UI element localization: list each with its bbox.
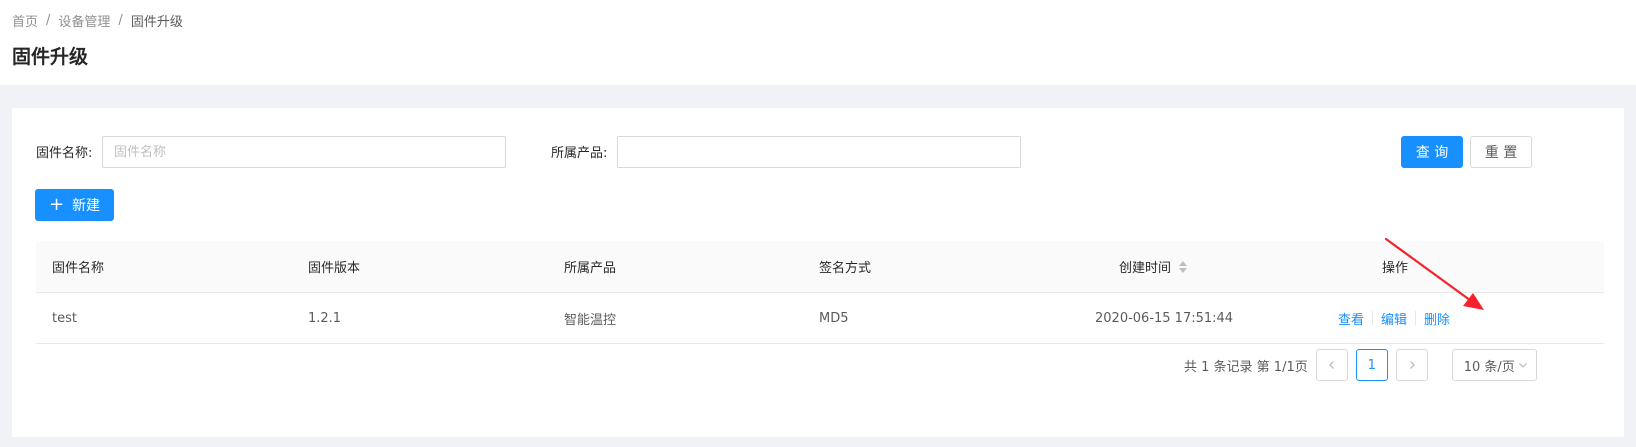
column-header-product: 所属产品 [564, 261, 617, 276]
table-row: test 1.2.1 智能温控 MD5 2020-06-15 17:51:44 … [36, 293, 1604, 344]
reset-button[interactable]: 重 置 [1470, 136, 1532, 168]
sort-icon [1179, 260, 1188, 273]
pagination: 共 1 条记录 第 1/1页 1 10 条/页 [1184, 349, 1537, 381]
next-page-button[interactable] [1395, 349, 1428, 381]
firmware-name-label: 固件名称: [36, 146, 93, 161]
delete-link[interactable]: 删除 [1424, 309, 1450, 328]
breadcrumb-current: 固件升级 [130, 14, 183, 30]
page-title: 固件升级 [12, 46, 89, 68]
page-size-select[interactable]: 10 条/页 [1451, 349, 1537, 381]
pagination-total: 共 1 条记录 第 1/1页 [1184, 359, 1308, 375]
column-header-firmware-version: 固件版本 [308, 261, 361, 276]
cell-created-time: 2020-06-15 17:51:44 [1095, 310, 1234, 326]
query-button[interactable]: 查 询 [1401, 136, 1463, 168]
column-header-actions: 操作 [1382, 261, 1409, 276]
firmware-name-input[interactable] [102, 136, 506, 168]
breadcrumb-separator: / [118, 12, 123, 28]
table-header: 固件名称 固件版本 所属产品 签名方式 创建时间 操作 [36, 241, 1604, 293]
chevron-down-icon [1518, 363, 1527, 368]
new-button-label: 新建 [72, 198, 101, 214]
product-label: 所属产品: [551, 146, 608, 161]
prev-page-button[interactable] [1315, 349, 1348, 381]
column-header-firmware-name: 固件名称 [52, 261, 105, 276]
firmware-table: 固件名称 固件版本 所属产品 签名方式 创建时间 操作 test 1.2.1 智… [36, 241, 1604, 344]
breadcrumb-device-management[interactable]: 设备管理 [58, 11, 110, 30]
created-time-label: 创建时间 [1119, 261, 1172, 276]
cell-firmware-name: test [52, 310, 77, 326]
edit-link[interactable]: 编辑 [1381, 309, 1407, 328]
chevron-right-icon [1409, 361, 1415, 369]
column-header-created-time[interactable]: 创建时间 [1119, 241, 1188, 292]
product-input[interactable] [617, 136, 1021, 168]
content-card: 固件名称: 所属产品: 查 询 重 置 + 新建 固件名称 固件版本 所属产品 … [12, 108, 1624, 437]
cell-product: 智能温控 [564, 312, 617, 328]
action-divider [1372, 311, 1374, 325]
page-1-button[interactable]: 1 [1355, 349, 1388, 381]
breadcrumb: 首页 / 设备管理 / 固件升级 [12, 10, 183, 30]
column-header-signature: 签名方式 [819, 261, 872, 276]
breadcrumb-separator: / [46, 12, 51, 28]
new-button[interactable]: + 新建 [35, 189, 114, 221]
page-size-value: 10 条/页 [1463, 359, 1515, 375]
plus-icon: + [48, 194, 65, 215]
action-divider [1415, 311, 1417, 325]
page-header: 首页 / 设备管理 / 固件升级 固件升级 [0, 0, 1636, 85]
cell-firmware-version: 1.2.1 [308, 310, 342, 326]
cell-signature: MD5 [819, 310, 849, 326]
view-link[interactable]: 查看 [1338, 309, 1364, 328]
chevron-left-icon [1328, 361, 1334, 369]
cell-actions: 查看 编辑 删除 [1338, 293, 1450, 343]
breadcrumb-home[interactable]: 首页 [12, 11, 38, 30]
